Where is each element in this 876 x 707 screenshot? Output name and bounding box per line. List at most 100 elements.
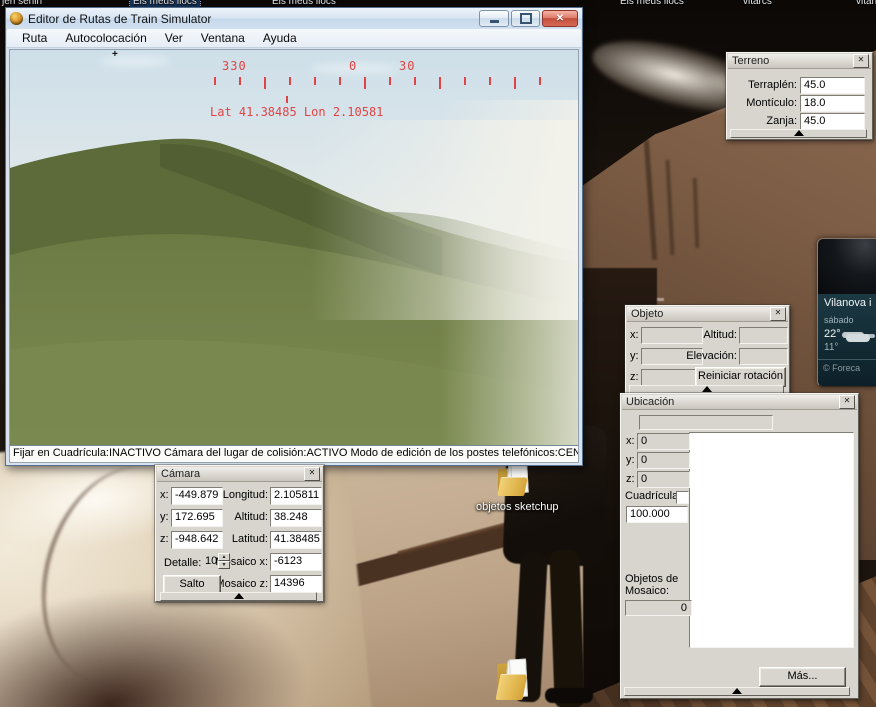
weather-temp-high: 22° [824, 328, 841, 340]
compass-heading-marker [286, 96, 288, 103]
zanja-label: Zanja: [729, 115, 797, 127]
close-icon[interactable]: ✕ [770, 307, 786, 321]
detalle-value: 10 [205, 555, 217, 567]
close-icon[interactable]: ✕ [853, 54, 869, 68]
weather-night-image [818, 239, 876, 294]
compass-hud: 330 0 30 Lat 41.38485 Lon 2.10581 [10, 50, 578, 448]
menu-ventana[interactable]: Ventana [192, 31, 254, 45]
weather-location: Vilanova i [824, 297, 872, 309]
detalle-spinner: ▲ ▼ [218, 553, 230, 569]
weather-widget[interactable]: Vilanova i sábado 22° 11° © Foreca [817, 238, 876, 387]
cuadricula-checkbox[interactable] [676, 491, 689, 504]
spinner-down-icon[interactable]: ▼ [218, 561, 230, 569]
mosaico-x-field[interactable]: -6123 [270, 553, 322, 571]
minimize-icon [490, 20, 499, 23]
app-icon [10, 12, 23, 25]
editor-window: Editor de Rutas de Train Simulator ✕ Rut… [5, 7, 583, 466]
close-icon: ✕ [556, 13, 564, 24]
elevacion-label: Elevación: [666, 350, 737, 362]
zanja-field[interactable]: 45.0 [800, 113, 865, 130]
camara-z-label: z: [160, 533, 169, 545]
ubicacion-x-field: 0 [637, 433, 690, 450]
menu-ver[interactable]: Ver [156, 31, 192, 45]
folder-label[interactable]: objetos sketchup [476, 501, 559, 513]
minimize-button[interactable] [479, 10, 509, 27]
mas-button[interactable]: Más... [759, 667, 846, 687]
compass-label-330: 330 [222, 59, 247, 73]
reiniciar-rotacion-button[interactable]: Reiniciar rotación [695, 367, 786, 387]
weather-temp-low: 11° [824, 342, 838, 353]
weather-day: sábado [824, 315, 854, 325]
panel-camara: Cámara ✕ x: -449.879 y: 172.695 z: -948.… [155, 465, 324, 602]
panel-collapse-bar[interactable] [730, 129, 867, 138]
camara-y-label: y: [160, 511, 169, 523]
ubicacion-y-field: 0 [637, 452, 690, 469]
maximize-button[interactable] [511, 10, 540, 27]
panel-camara-titlebar[interactable]: Cámara ✕ [157, 467, 322, 482]
folder-icon-objetos-sketchup[interactable] [497, 462, 533, 496]
desktop-icon-label[interactable]: Els meus llocs [620, 0, 684, 7]
terrain-3d-viewport[interactable]: 330 0 30 Lat 41.38485 Lon 2.10581 [9, 49, 579, 449]
photo-person-shoe [545, 688, 593, 703]
desktop-icon-label-selected[interactable]: Els meus llocs [130, 0, 200, 7]
close-button[interactable]: ✕ [542, 10, 578, 27]
mosaico-label: Mosaico: [625, 585, 669, 597]
compass-tick [489, 77, 491, 85]
window-titlebar[interactable]: Editor de Rutas de Train Simulator ✕ [6, 8, 582, 30]
collapse-arrow-icon [732, 688, 742, 694]
longitud-field[interactable]: 2.105811 [270, 487, 322, 505]
desktop-icon-label[interactable]: vitarcs [743, 0, 772, 7]
menu-ruta[interactable]: Ruta [13, 31, 56, 45]
compass-tick [539, 77, 541, 85]
elevacion-field [739, 348, 788, 365]
latitud-field[interactable]: 41.38485 [270, 531, 322, 549]
crosshair-cursor: + [112, 49, 118, 60]
compass-tick [289, 77, 291, 85]
panel-ubicacion-titlebar[interactable]: Ubicación ✕ [622, 395, 857, 410]
terraplen-field[interactable]: 45.0 [800, 77, 865, 94]
latlon-readout: Lat 41.38485 Lon 2.10581 [210, 105, 383, 119]
mosaico-z-field[interactable]: 14396 [270, 575, 322, 593]
objeto-z-field [641, 369, 703, 386]
compass-tick [364, 77, 366, 89]
panel-ubicacion: Ubicación ✕ x: 0 y: 0 z: 0 Cuadrícula: 1… [620, 393, 859, 699]
altitud-field [739, 327, 788, 344]
desktop-icon-label[interactable]: jen senin [2, 0, 42, 7]
folder-front [495, 674, 527, 700]
folder-icon-bottom[interactable] [496, 655, 532, 700]
panel-objeto-titlebar[interactable]: Objeto ✕ [627, 307, 788, 322]
compass-tick [464, 77, 466, 85]
photo-person-leg [549, 550, 584, 707]
altitud-field[interactable]: 38.248 [270, 509, 322, 527]
monticulo-field[interactable]: 18.0 [800, 95, 865, 112]
collapse-arrow-icon [234, 593, 244, 599]
ubicacion-z-field: 0 [637, 471, 690, 488]
folder-front [497, 477, 528, 496]
compass-tick [439, 77, 441, 89]
panel-collapse-bar[interactable] [160, 592, 317, 601]
panel-terreno-titlebar[interactable]: Terreno ✕ [728, 54, 871, 69]
desktop: jen senin Els meus llocs Els meus llocs … [0, 0, 876, 707]
ubicacion-object-list[interactable] [689, 432, 854, 648]
close-icon[interactable]: ✕ [304, 467, 320, 481]
objetos-de-label: Objetos de [625, 573, 678, 585]
detalle-label: Detalle: [164, 557, 201, 569]
menu-ayuda[interactable]: Ayuda [254, 31, 306, 45]
terraplen-label: Terraplén: [729, 79, 797, 91]
objeto-z-label: z: [630, 371, 639, 383]
compass-tick [314, 77, 316, 85]
close-icon[interactable]: ✕ [839, 395, 855, 409]
divider [818, 359, 876, 360]
desktop-icon-label[interactable]: vitarksi [856, 0, 876, 7]
panel-collapse-bar[interactable] [624, 687, 850, 696]
desktop-icon-label[interactable]: Els meus llocs [272, 0, 336, 7]
compass-tick [339, 77, 341, 85]
spinner-up-icon[interactable]: ▲ [218, 553, 230, 561]
menu-autocolocacion[interactable]: Autocolocación [56, 31, 155, 45]
panel-title: Cámara [161, 468, 200, 480]
collapse-arrow-icon [794, 130, 804, 136]
window-title: Editor de Rutas de Train Simulator [28, 12, 211, 26]
compass-tick [389, 77, 391, 85]
grid-size-field[interactable]: 100.000 [626, 506, 688, 523]
altitud-label: Altitud: [196, 511, 268, 523]
